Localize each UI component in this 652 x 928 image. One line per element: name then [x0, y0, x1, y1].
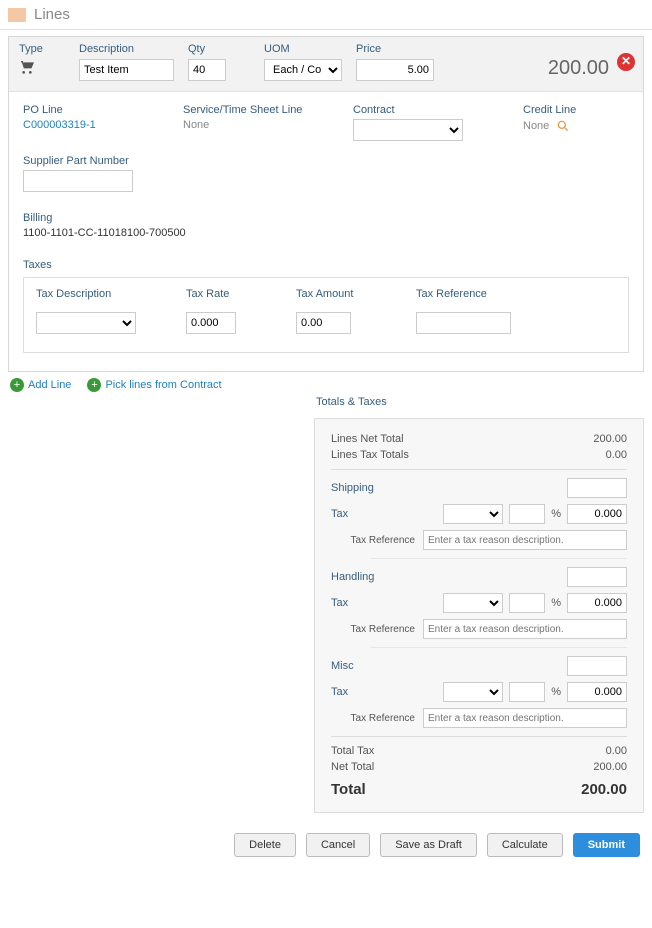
type-label: Type — [19, 43, 65, 55]
po-line-label: PO Line — [23, 104, 153, 116]
save-draft-button[interactable]: Save as Draft — [380, 833, 477, 857]
qty-input[interactable] — [188, 59, 226, 81]
credit-line-label: Credit Line — [523, 104, 576, 116]
total-value: 200.00 — [581, 781, 627, 798]
tax-rate-input[interactable] — [186, 312, 236, 334]
billing-label: Billing — [23, 212, 629, 224]
service-line-label: Service/Time Sheet Line — [183, 104, 323, 116]
handling-tax-value-input[interactable] — [567, 593, 627, 613]
tax-reference-input[interactable] — [416, 312, 511, 334]
misc-input[interactable] — [567, 656, 627, 676]
delete-button[interactable]: Delete — [234, 833, 296, 857]
pick-lines-button[interactable]: + Pick lines from Contract — [87, 378, 221, 392]
tax-amount-label: Tax Amount — [296, 288, 376, 300]
contract-select[interactable] — [353, 119, 463, 141]
shipping-tax-label: Tax — [331, 508, 437, 520]
shipping-tax-ref-input[interactable] — [423, 530, 627, 550]
uom-label: UOM — [264, 43, 342, 55]
qty-label: Qty — [188, 43, 226, 55]
shipping-tax-select[interactable] — [443, 504, 503, 524]
tax-description-select[interactable] — [36, 312, 136, 334]
percent-label: % — [551, 508, 561, 520]
contract-label: Contract — [353, 104, 493, 116]
tax-amount-input[interactable] — [296, 312, 351, 334]
misc-tax-select[interactable] — [443, 682, 503, 702]
handling-tax-ref-input[interactable] — [423, 619, 627, 639]
total-label: Total — [331, 781, 366, 798]
handling-tax-ref-label: Tax Reference — [331, 624, 415, 635]
net-total-label: Net Total — [331, 761, 374, 773]
lines-net-total-value: 200.00 — [593, 433, 627, 445]
submit-button[interactable]: Submit — [573, 833, 640, 857]
misc-tax-ref-label: Tax Reference — [331, 713, 415, 724]
misc-tax-label: Tax — [331, 686, 437, 698]
billing-value: 1100-1101-CC-11018100-700500 — [23, 227, 629, 239]
line-total: 200.00 — [548, 57, 609, 80]
lines-tax-totals-label: Lines Tax Totals — [331, 449, 409, 461]
description-input[interactable] — [79, 59, 174, 81]
price-label: Price — [356, 43, 434, 55]
lines-net-total-label: Lines Net Total — [331, 433, 404, 445]
credit-line-value: None — [523, 120, 549, 132]
lines-tax-totals-value: 0.00 — [606, 449, 627, 461]
service-line-value: None — [183, 119, 323, 131]
description-label: Description — [79, 43, 174, 55]
plus-icon: + — [87, 378, 101, 392]
tax-rate-label: Tax Rate — [186, 288, 256, 300]
shipping-input[interactable] — [567, 478, 627, 498]
section-title: Lines — [34, 6, 70, 23]
taxes-box: Tax Description Tax Rate Tax Amount Tax … — [23, 277, 629, 353]
shipping-tax-value-input[interactable] — [567, 504, 627, 524]
add-line-label: Add Line — [28, 379, 71, 391]
net-total-value: 200.00 — [593, 761, 627, 773]
section-color-box — [8, 8, 26, 22]
handling-tax-select[interactable] — [443, 593, 503, 613]
totals-panel: Lines Net Total 200.00 Lines Tax Totals … — [314, 418, 644, 813]
misc-label: Misc — [331, 660, 561, 672]
po-line-link[interactable]: C000003319-1 — [23, 119, 153, 131]
price-input[interactable] — [356, 59, 434, 81]
total-tax-label: Total Tax — [331, 745, 374, 757]
cancel-button[interactable]: Cancel — [306, 833, 370, 857]
pick-lines-label: Pick lines from Contract — [105, 379, 221, 391]
calculate-button[interactable]: Calculate — [487, 833, 563, 857]
totals-title: Totals & Taxes — [314, 396, 644, 412]
shipping-tax-pct-input[interactable] — [509, 504, 545, 524]
shipping-tax-ref-label: Tax Reference — [331, 535, 415, 546]
supplier-part-label: Supplier Part Number — [23, 155, 629, 167]
percent-label: % — [551, 597, 561, 609]
handling-label: Handling — [331, 571, 561, 583]
taxes-label: Taxes — [23, 259, 629, 271]
handling-tax-pct-input[interactable] — [509, 593, 545, 613]
supplier-part-input[interactable] — [23, 170, 133, 192]
add-line-button[interactable]: + Add Line — [10, 378, 71, 392]
misc-tax-value-input[interactable] — [567, 682, 627, 702]
uom-select[interactable]: Each / Count — [264, 59, 342, 81]
button-bar: Delete Cancel Save as Draft Calculate Su… — [0, 823, 652, 873]
shipping-label: Shipping — [331, 482, 561, 494]
plus-icon: + — [10, 378, 24, 392]
line-panel: Type Description Qty UOM Each / Count Pr… — [8, 36, 644, 372]
close-icon[interactable]: ✕ — [617, 53, 635, 71]
percent-label: % — [551, 686, 561, 698]
misc-tax-pct-input[interactable] — [509, 682, 545, 702]
line-header: Type Description Qty UOM Each / Count Pr… — [9, 37, 643, 92]
handling-input[interactable] — [567, 567, 627, 587]
tax-description-label: Tax Description — [36, 288, 146, 300]
line-actions: + Add Line + Pick lines from Contract — [10, 378, 642, 392]
misc-tax-ref-input[interactable] — [423, 708, 627, 728]
section-header: Lines — [0, 0, 652, 30]
search-icon[interactable] — [556, 119, 570, 133]
cart-icon — [19, 59, 35, 75]
total-tax-value: 0.00 — [606, 745, 627, 757]
tax-reference-label: Tax Reference — [416, 288, 516, 300]
handling-tax-label: Tax — [331, 597, 437, 609]
